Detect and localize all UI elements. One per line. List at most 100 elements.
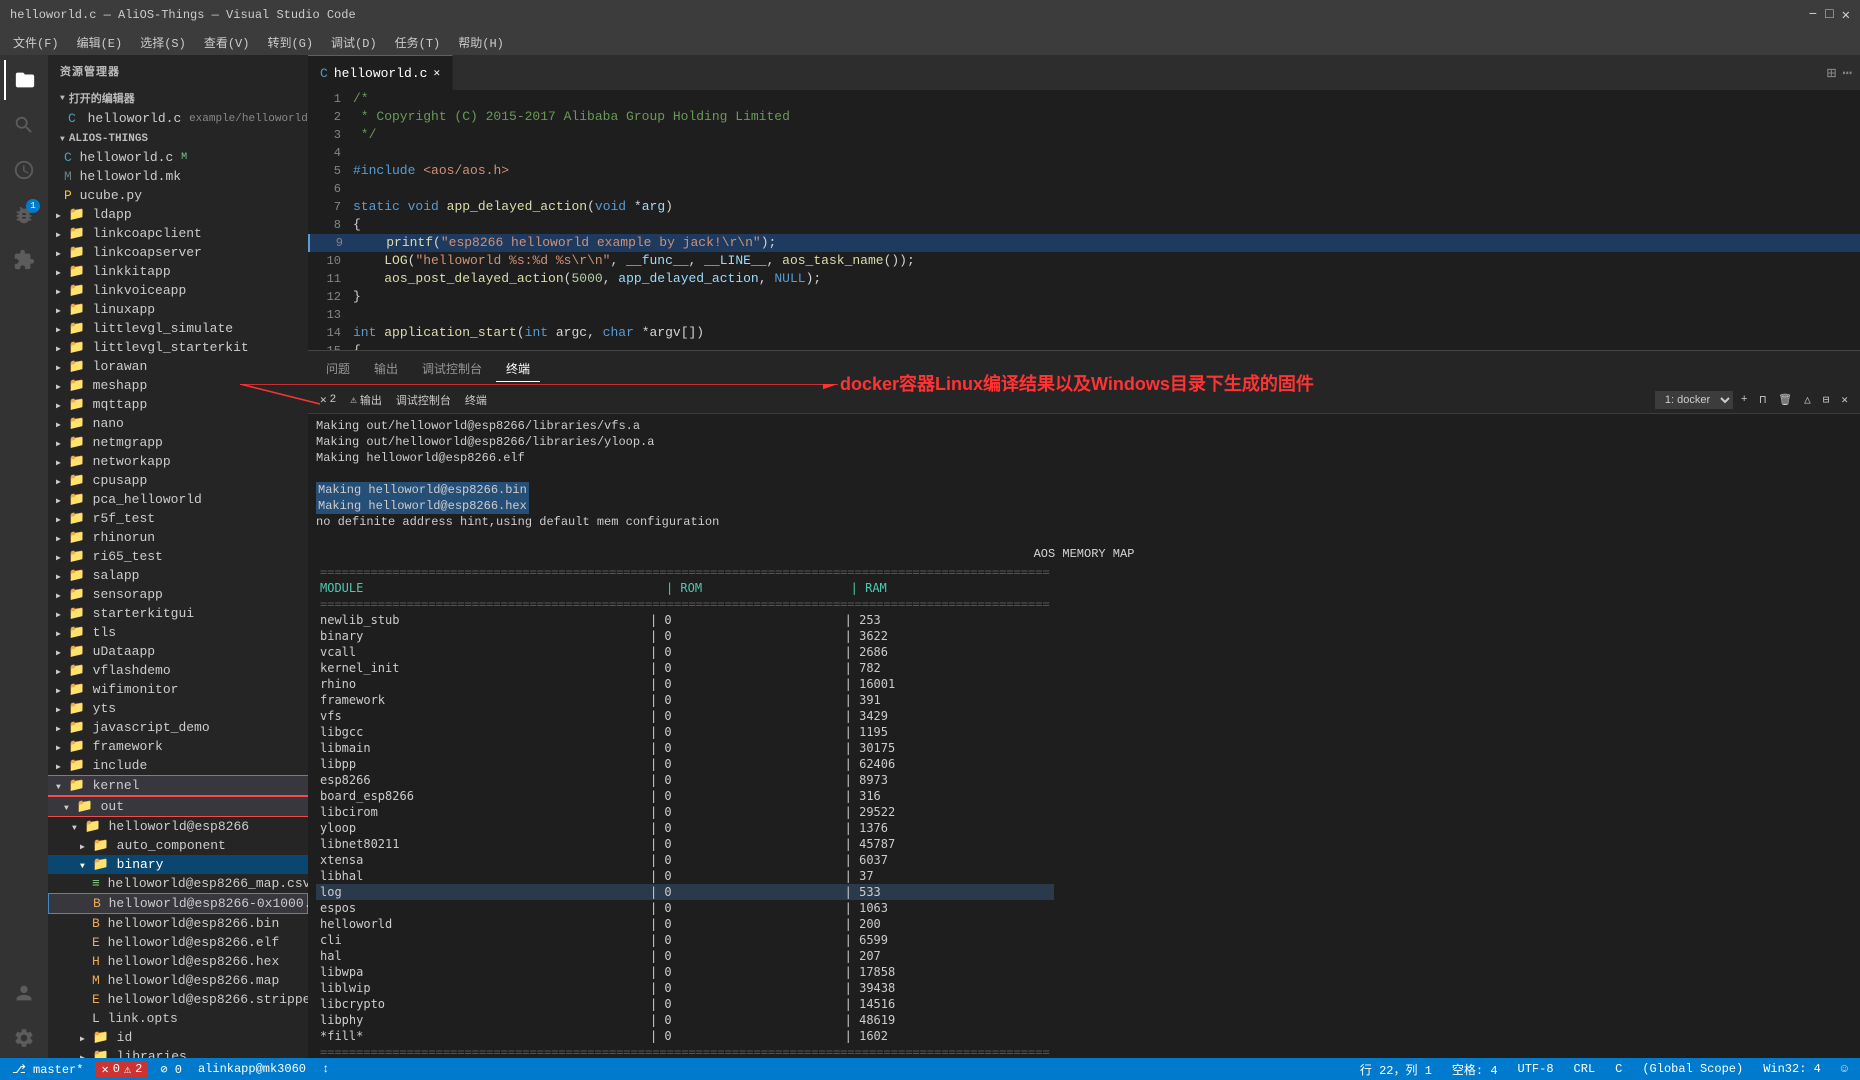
explorer-icon[interactable] bbox=[4, 60, 44, 100]
error-count[interactable]: ✕ 2 bbox=[316, 391, 340, 409]
split-editor-icon[interactable]: ⊞ bbox=[1827, 63, 1837, 83]
menu-select[interactable]: 选择(S) bbox=[132, 32, 194, 53]
menu-debug[interactable]: 调试(D) bbox=[323, 32, 385, 53]
folder-sensorapp[interactable]: 📁 sensorapp bbox=[48, 585, 308, 604]
more-actions-icon[interactable]: ⋯ bbox=[1842, 63, 1852, 83]
sidebar-content[interactable]: 打开的编辑器 C helloworld.c example/helloworld… bbox=[48, 87, 308, 1058]
open-file-helloworld[interactable]: C helloworld.c example/helloworld M bbox=[48, 109, 308, 128]
menu-help[interactable]: 帮助(H) bbox=[450, 32, 512, 53]
search-icon[interactable] bbox=[4, 105, 44, 145]
terminal-filter[interactable]: 调试控制台 bbox=[392, 390, 455, 410]
add-terminal-button[interactable]: + bbox=[1737, 392, 1752, 408]
folder-javascript-demo[interactable]: 📁 javascript_demo bbox=[48, 718, 308, 737]
folder-auto-component[interactable]: 📁 auto_component bbox=[48, 836, 308, 855]
folder-id[interactable]: 📁 id bbox=[48, 1028, 308, 1047]
folder-udataapp[interactable]: 📁 uDataapp bbox=[48, 642, 308, 661]
error-warning-count[interactable]: ✕ 0 ⚠ 2 bbox=[95, 1062, 148, 1077]
folder-framework[interactable]: 📁 framework bbox=[48, 737, 308, 756]
file-map[interactable]: M helloworld@esp8266.map bbox=[48, 971, 308, 990]
language-mode[interactable]: C bbox=[1611, 1062, 1626, 1076]
file-helloworld-c[interactable]: C helloworld.c M bbox=[48, 148, 308, 167]
menu-edit[interactable]: 编辑(E) bbox=[69, 32, 131, 53]
folder-libraries[interactable]: 📁 libraries bbox=[48, 1047, 308, 1058]
folder-meshapp[interactable]: 📁 meshapp bbox=[48, 376, 308, 395]
file-encoding[interactable]: UTF-8 bbox=[1514, 1062, 1558, 1076]
tab-problems[interactable]: 问题 bbox=[316, 356, 360, 382]
user-info[interactable]: alinkapp@mk3060 bbox=[194, 1062, 310, 1076]
settings-icon[interactable] bbox=[4, 1018, 44, 1058]
window-controls[interactable]: − □ ✕ bbox=[1809, 7, 1850, 24]
file-helloworld-mk[interactable]: M helloworld.mk bbox=[48, 167, 308, 186]
folder-include[interactable]: 📁 include bbox=[48, 756, 308, 775]
tab-debug-console[interactable]: 调试控制台 bbox=[412, 356, 492, 382]
folder-out[interactable]: 📁 out bbox=[48, 796, 308, 817]
accounts-icon[interactable] bbox=[4, 973, 44, 1013]
minimize-button[interactable]: − bbox=[1809, 7, 1817, 24]
file-bin[interactable]: B helloworld@esp8266.bin bbox=[48, 914, 308, 933]
folder-cpusapp[interactable]: 📁 cpusapp bbox=[48, 471, 308, 490]
menu-view[interactable]: 查看(V) bbox=[196, 32, 258, 53]
terminal-content[interactable]: Making out/helloworld@esp8266/libraries/… bbox=[308, 414, 1860, 1058]
debug-icon[interactable]: 1 bbox=[4, 195, 44, 235]
folder-ri65-test[interactable]: 📁 ri65_test bbox=[48, 547, 308, 566]
folder-littlevgl-starterkit[interactable]: 📁 littlevgl_starterkit bbox=[48, 338, 308, 357]
folder-wifimonitor[interactable]: 📁 wifimonitor bbox=[48, 680, 308, 699]
platform-info[interactable]: Win32: 4 bbox=[1759, 1062, 1825, 1076]
folder-linkvoiceapp[interactable]: 📁 linkvoiceapp bbox=[48, 281, 308, 300]
linting-count[interactable]: ⊘ 0 bbox=[156, 1062, 186, 1077]
file-elf[interactable]: E helloworld@esp8266.elf bbox=[48, 933, 308, 952]
sync-icon[interactable]: ↕ bbox=[318, 1062, 333, 1076]
close-panel-button[interactable]: ✕ bbox=[1837, 391, 1852, 409]
terminal-maximize-button[interactable]: △ bbox=[1800, 391, 1815, 409]
code-editor[interactable]: 1 /* 2 * Copyright (C) 2015-2017 Alibaba… bbox=[308, 90, 1860, 350]
folder-ldapp[interactable]: 📁 ldapp bbox=[48, 205, 308, 224]
file-link-opts[interactable]: L link.opts bbox=[48, 1009, 308, 1028]
delete-terminal-button[interactable]: 🗑 bbox=[1774, 391, 1796, 409]
smiley-icon[interactable]: ☺ bbox=[1837, 1062, 1852, 1076]
folder-networkapp[interactable]: 📁 networkapp bbox=[48, 452, 308, 471]
folder-linkcoapserver[interactable]: 📁 linkcoapserver bbox=[48, 243, 308, 262]
maximize-button[interactable]: □ bbox=[1825, 7, 1833, 24]
folder-binary[interactable]: 📁 binary bbox=[48, 855, 308, 874]
folder-yts[interactable]: 📁 yts bbox=[48, 699, 308, 718]
folder-linuxapp[interactable]: 📁 linuxapp bbox=[48, 300, 308, 319]
tab-terminal[interactable]: 终端 bbox=[496, 356, 540, 382]
folder-linkkitapp[interactable]: 📁 linkkitapp bbox=[48, 262, 308, 281]
terminal-panel-button[interactable]: ⊟ bbox=[1819, 391, 1834, 409]
close-button[interactable]: ✕ bbox=[1842, 7, 1850, 24]
split-terminal-button[interactable]: ⊓ bbox=[1756, 391, 1771, 409]
tab-helloworld-c[interactable]: C helloworld.c ✕ bbox=[308, 55, 453, 90]
file-hex[interactable]: H helloworld@esp8266.hex bbox=[48, 952, 308, 971]
folder-helloworld-esp8266[interactable]: 📁 helloworld@esp8266 bbox=[48, 817, 308, 836]
folder-nano[interactable]: 📁 nano bbox=[48, 414, 308, 433]
file-ucube-py[interactable]: P ucube.py bbox=[48, 186, 308, 205]
cursor-position[interactable]: 行 22，列 1 bbox=[1356, 1061, 1436, 1078]
folder-salapp[interactable]: 📁 salapp bbox=[48, 566, 308, 585]
folder-littlevgl-simulate[interactable]: 📁 littlevgl_simulate bbox=[48, 319, 308, 338]
file-stripped-elf[interactable]: E helloworld@esp8266.stripped.elf bbox=[48, 990, 308, 1009]
open-editors-header[interactable]: 打开的编辑器 bbox=[48, 87, 308, 109]
line-ending[interactable]: CRL bbox=[1570, 1062, 1600, 1076]
folder-netmgrapp[interactable]: 📁 netmgrapp bbox=[48, 433, 308, 452]
git-branch[interactable]: ⎇ master* bbox=[8, 1062, 87, 1077]
shell-selector[interactable]: 1: docker bbox=[1655, 391, 1733, 409]
folder-lorawan[interactable]: 📁 lorawan bbox=[48, 357, 308, 376]
folder-mqttapp[interactable]: 📁 mqttapp bbox=[48, 395, 308, 414]
tab-output[interactable]: 输出 bbox=[364, 356, 408, 382]
menu-file[interactable]: 文件(F) bbox=[5, 32, 67, 53]
folder-tls[interactable]: 📁 tls bbox=[48, 623, 308, 642]
file-map-csv[interactable]: ≡ helloworld@esp8266_map.csv bbox=[48, 874, 308, 893]
indentation[interactable]: 空格: 4 bbox=[1448, 1061, 1502, 1078]
folder-kernel[interactable]: 📁 kernel bbox=[48, 775, 308, 796]
menu-go[interactable]: 转到(G) bbox=[259, 32, 321, 53]
folder-pca-helloworld[interactable]: 📁 pca_helloworld bbox=[48, 490, 308, 509]
folder-rhinorun[interactable]: 📁 rhinorun bbox=[48, 528, 308, 547]
git-icon[interactable] bbox=[4, 150, 44, 190]
folder-vflashdemo[interactable]: 📁 vflashdemo bbox=[48, 661, 308, 680]
menu-tasks[interactable]: 任务(T) bbox=[387, 32, 449, 53]
folder-starterkitgui[interactable]: 📁 starterkitgui bbox=[48, 604, 308, 623]
extensions-icon[interactable] bbox=[4, 240, 44, 280]
folder-linkcoapclient[interactable]: 📁 linkcoapclient bbox=[48, 224, 308, 243]
file-bin-0x1000[interactable]: B helloworld@esp8266-0x1000.bin bbox=[48, 893, 308, 914]
alios-header[interactable]: ALIOS-THINGS bbox=[48, 130, 308, 148]
